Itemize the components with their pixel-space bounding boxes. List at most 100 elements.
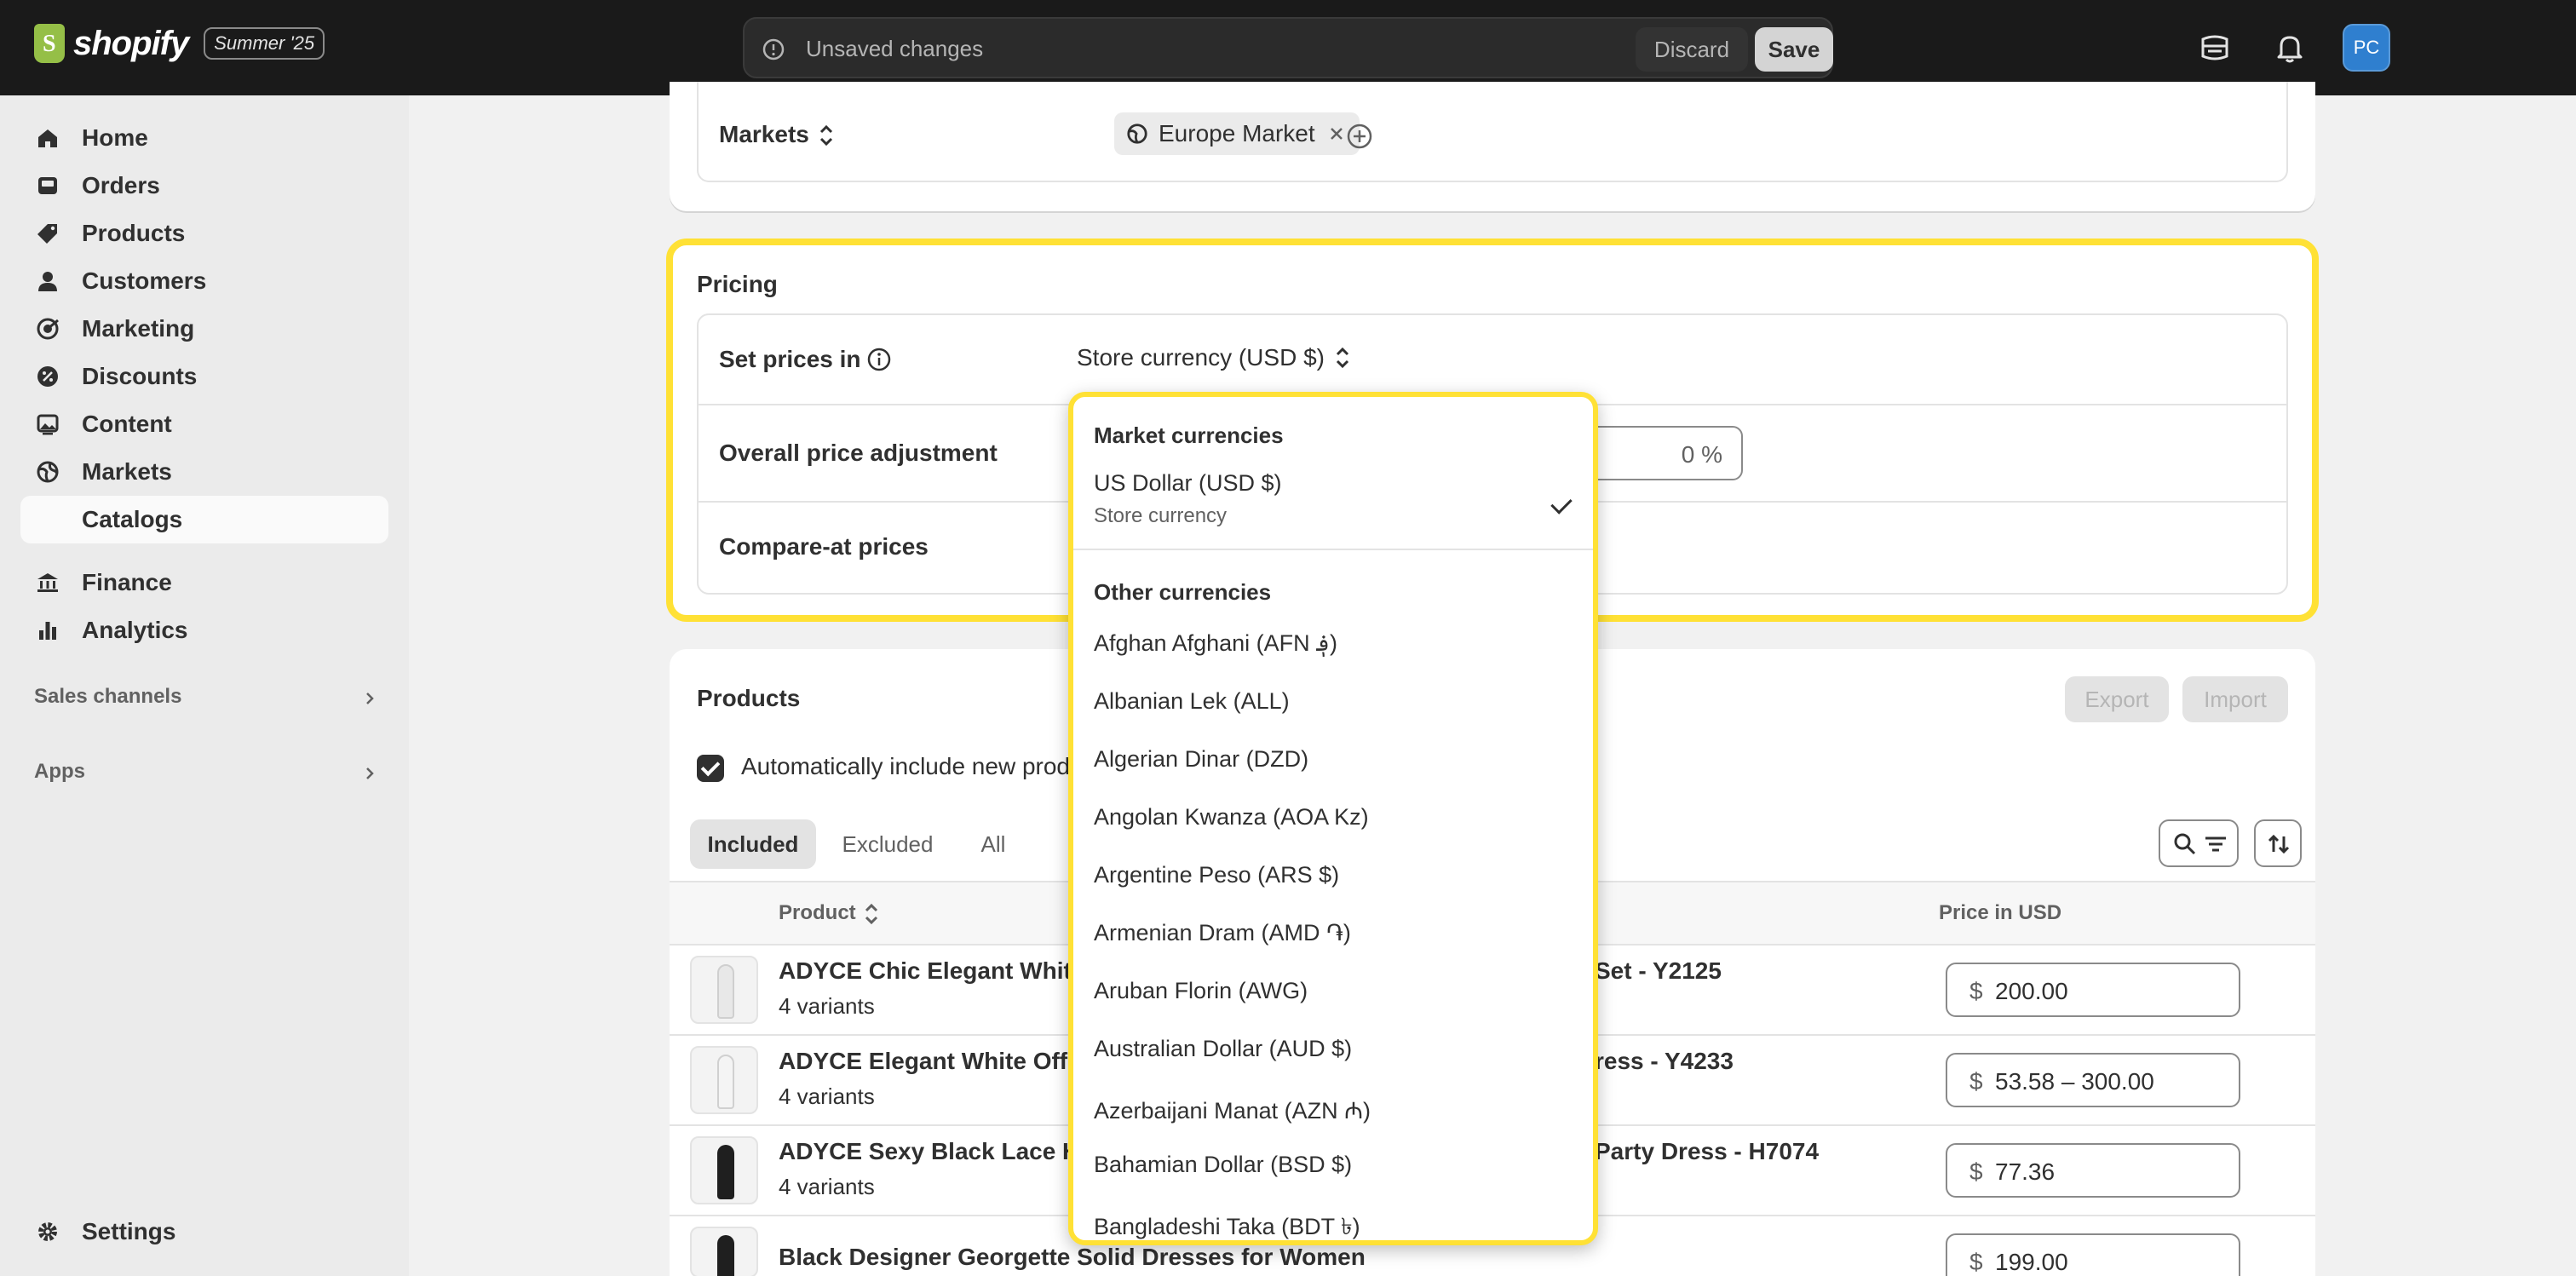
currency-option[interactable]: Bangladeshi Taka (BDT ৳) [1094, 1210, 1360, 1240]
auto-include-checkbox[interactable] [697, 755, 724, 782]
sidebar-item-markets[interactable]: Markets [20, 448, 388, 496]
currency-option[interactable]: Afghan Afghani (AFN ؋) [1094, 630, 1337, 657]
alert-circle-icon [762, 38, 785, 60]
sidebar-item-catalogs[interactable]: Catalogs [20, 496, 388, 543]
sidebar: Home Orders Products Customers Marketing… [0, 95, 409, 1276]
tab-excluded[interactable]: Excluded [828, 819, 947, 869]
search-filter-button[interactable] [2159, 819, 2239, 867]
bell-icon[interactable] [2271, 29, 2309, 66]
brand-name: shopify [73, 24, 189, 62]
price-value: 77.36 [1995, 1158, 2056, 1185]
bar-chart-icon [39, 622, 56, 640]
product-name-continued: ress - Y4233 [1595, 1048, 1734, 1074]
currency-option-selected[interactable]: US Dollar (USD $) Store currency [1073, 463, 1593, 533]
sidebar-item-label: Content [82, 411, 172, 437]
sidebar-item-label: Marketing [82, 315, 195, 342]
currency-option[interactable]: Australian Dollar (AUD $) [1094, 1036, 1352, 1062]
column-header-product[interactable]: Product [779, 901, 856, 925]
product-thumbnail [690, 1046, 758, 1114]
markets-label: Markets [719, 121, 809, 147]
sort-arrows-icon[interactable] [862, 901, 881, 927]
markets-row: Markets Europe Market [697, 82, 2288, 182]
products-title: Products [697, 685, 801, 711]
price-value: 199.00 [1995, 1249, 2068, 1275]
product-name[interactable]: Black Designer Georgette Solid Dresses f… [779, 1244, 1366, 1271]
export-button[interactable]: Export [2065, 676, 2169, 722]
shopify-bag-icon [34, 24, 65, 63]
sidebar-item-customers[interactable]: Customers [20, 257, 388, 305]
sort-selector-icon[interactable] [816, 123, 837, 148]
sales-channels-heading[interactable]: Sales channels [34, 685, 181, 709]
sidebar-item-label: Analytics [82, 617, 188, 643]
auto-include-label: Automatically include new prod [741, 753, 1070, 779]
gear-icon [38, 1222, 57, 1241]
user-avatar[interactable]: PC [2343, 24, 2390, 72]
store-icon[interactable] [2196, 29, 2234, 66]
sidebar-item-marketing[interactable]: Marketing [20, 305, 388, 353]
chevron-right-icon[interactable] [361, 765, 378, 782]
currency-option[interactable]: Aruban Florin (AWG) [1094, 978, 1308, 1004]
product-variants: 4 variants [779, 1083, 875, 1109]
price-value: 53.58 – 300.00 [1995, 1068, 2154, 1095]
currency-dropdown: Market currencies US Dollar (USD $) Stor… [1068, 392, 1598, 1245]
unsaved-changes-label: Unsaved changes [806, 36, 984, 61]
sidebar-item-analytics[interactable]: Analytics [20, 606, 388, 654]
product-name[interactable]: ADYCE Chic Elegant White [779, 957, 1084, 985]
tab-included[interactable]: Included [690, 819, 816, 869]
currency-option[interactable]: Albanian Lek (ALL) [1094, 688, 1290, 715]
close-icon[interactable] [1329, 126, 1344, 141]
sidebar-item-products[interactable]: Products [20, 210, 388, 257]
currency-option[interactable]: Bahamian Dollar (BSD $) [1094, 1152, 1352, 1178]
unsaved-changes-bar: Unsaved changes Discard Save [743, 17, 1833, 78]
product-name[interactable]: ADYCE Sexy Black Lace Ho [779, 1138, 1094, 1165]
sidebar-item-orders[interactable]: Orders [20, 162, 388, 210]
product-name-continued: Party Dress - H7074 [1595, 1138, 1820, 1164]
product-name-continued: Set - Y2125 [1595, 957, 1722, 984]
sidebar-item-label: Discounts [82, 363, 198, 389]
import-button[interactable]: Import [2182, 676, 2288, 722]
divider [1073, 549, 1593, 550]
currency-option-label: US Dollar (USD $) [1094, 470, 1282, 496]
sidebar-item-label: Markets [82, 458, 172, 485]
product-variants: 4 variants [779, 993, 875, 1019]
save-button[interactable]: Save [1755, 27, 1833, 72]
sidebar-item-content[interactable]: Content [20, 400, 388, 448]
globe-icon [1127, 124, 1147, 144]
search-icon [2174, 833, 2196, 855]
image-icon [37, 414, 59, 435]
product-name[interactable]: ADYCE Elegant White Off S [779, 1048, 1090, 1075]
sidebar-item-label: Finance [82, 569, 172, 595]
chevron-right-icon[interactable] [361, 690, 378, 707]
add-circle-icon[interactable] [1346, 123, 1373, 150]
currency-option[interactable]: Algerian Dinar (DZD) [1094, 746, 1308, 773]
sort-button[interactable] [2254, 819, 2302, 867]
sidebar-item-settings[interactable]: Settings [20, 1208, 388, 1256]
currency-option[interactable]: Armenian Dram (AMD ֏) [1094, 920, 1351, 947]
globe-icon [37, 461, 59, 483]
filter-icon [2205, 836, 2226, 852]
currency-symbol: $ [1969, 1249, 1983, 1275]
currency-symbol: $ [1969, 1158, 1983, 1185]
sidebar-item-home[interactable]: Home [20, 114, 388, 162]
currency-option[interactable]: Argentine Peso (ARS $) [1094, 862, 1339, 888]
price-input[interactable]: $ 200.00 [1946, 963, 2240, 1017]
sidebar-item-label: Orders [82, 172, 160, 198]
store-currency-note: Store currency [1094, 504, 1228, 527]
price-input[interactable]: $ 199.00 [1946, 1233, 2240, 1276]
price-input[interactable]: $ 77.36 [1946, 1143, 2240, 1198]
tag-icon [37, 224, 57, 244]
tab-all[interactable]: All [959, 819, 1027, 869]
currency-option[interactable]: Angolan Kwanza (AOA Kz) [1094, 804, 1369, 831]
product-thumbnail [690, 956, 758, 1024]
sidebar-item-finance[interactable]: Finance [20, 559, 388, 606]
person-icon [38, 272, 57, 291]
apps-heading[interactable]: Apps [34, 760, 85, 784]
currency-option[interactable]: Azerbaijani Manat (AZN ₼) [1094, 1094, 1371, 1125]
discard-button[interactable]: Discard [1636, 27, 1748, 72]
shopify-logo[interactable]: shopify Summer '25 [34, 24, 325, 63]
edition-badge: Summer '25 [204, 27, 325, 60]
market-currencies-heading: Market currencies [1094, 422, 1284, 448]
home-icon [38, 129, 57, 147]
sidebar-item-discounts[interactable]: Discounts [20, 353, 388, 400]
price-input[interactable]: $ 53.58 – 300.00 [1946, 1053, 2240, 1107]
